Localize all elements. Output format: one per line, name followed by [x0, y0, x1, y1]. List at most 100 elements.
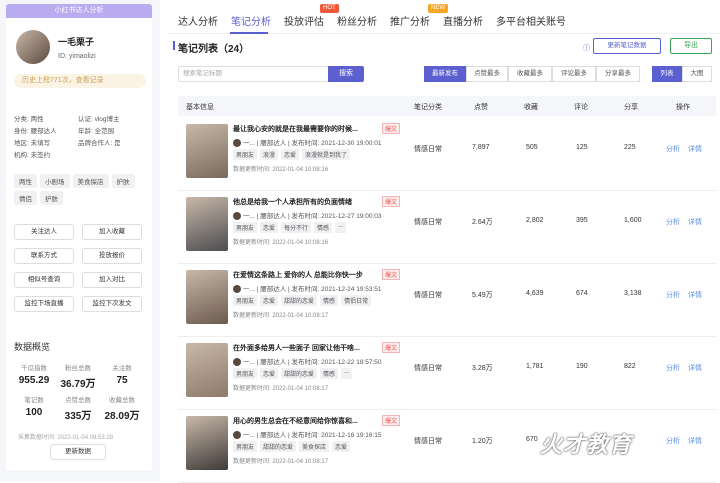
note-tag: ... [341, 368, 353, 379]
note-tag: 浪漫 [260, 149, 279, 160]
note-category: 情感日常 [414, 146, 442, 153]
note-thumbnail[interactable] [186, 124, 228, 178]
publish-date: 发布时间: 2021-12-30 19:00:01 [291, 140, 382, 147]
refresh-data-button[interactable]: 更新数据 [50, 444, 106, 460]
hot-note-badge: 爆文 [382, 196, 401, 207]
note-tags: 男朋友 浪漫 恋爱 浪漫就是到我了 [233, 149, 351, 160]
sort-comments[interactable]: 评论最多 [552, 66, 596, 82]
note-comments: 395 [576, 217, 588, 224]
author-role: 腰部达人 [260, 286, 287, 293]
note-title[interactable]: 在爱情这条路上 爱你的人 总能比你快一步 [233, 270, 363, 280]
note-tag: 恋爱 [332, 441, 351, 452]
author-avatar [233, 212, 241, 221]
history-link[interactable]: 历史上榜771次，查看记录 [14, 74, 146, 88]
sort-latest[interactable]: 最新发布 [424, 66, 466, 82]
detail-link[interactable]: 详情 [688, 436, 702, 446]
tab-creator-analysis[interactable]: 达人分析 [178, 13, 218, 28]
stat-fans: 粉丝总数 36.79万 [60, 365, 96, 390]
analyze-link[interactable]: 分析 [666, 290, 680, 300]
note-tag: 甜甜的恋爱 [260, 441, 297, 452]
author-name: 一... [243, 213, 255, 220]
note-thumbnail[interactable] [186, 343, 228, 397]
sort-likes[interactable]: 点赞最多 [466, 66, 508, 82]
compare-button[interactable]: 加入对比 [82, 272, 142, 288]
data-updated: 数据更新时间: 2022-01-04 10:08:17 [233, 313, 329, 319]
favorite-button[interactable]: 加入收藏 [82, 224, 142, 240]
detail-link[interactable]: 详情 [688, 217, 702, 227]
table-row: 他总是给我一个人承担所有的负面情绪 爆文 一... | 腰部达人 | 发布时间:… [178, 191, 716, 264]
detail-link[interactable]: 详情 [688, 363, 702, 373]
note-tag: 情感 [320, 295, 339, 306]
tab-multi-platform[interactable]: 多平台相关账号 [496, 13, 566, 28]
analyze-link[interactable]: 分析 [666, 436, 680, 446]
tab-placement-eval[interactable]: 投放评估 [284, 13, 324, 28]
note-thumbnail[interactable] [186, 416, 228, 470]
table-row: 在外面多给男人一些面子 回家让他干啥... 爆文 一... | 腰部达人 | 发… [178, 337, 716, 410]
help-icon[interactable]: ⓘ [583, 43, 590, 53]
note-title[interactable]: 他总是给我一个人承担所有的负面情绪 [233, 197, 352, 207]
monitor-live-button[interactable]: 监控下场直播 [14, 296, 74, 312]
tag: 小剧场 [40, 174, 70, 188]
detail-link[interactable]: 详情 [688, 144, 702, 154]
search-button[interactable]: 搜索 [328, 66, 364, 82]
tab-bar: 达人分析 笔记分析 投放评估 HOT 粉丝分析 推广分析 NEW 直播分析 多平… [168, 0, 720, 34]
stat-notes: 笔记数 100 [24, 397, 44, 418]
col-comments: 评论 [574, 104, 588, 111]
author-role: 腰部达人 [260, 432, 287, 439]
note-saves: 4,639 [526, 290, 544, 297]
meta-cert: 认证: vlog博主 [78, 116, 120, 123]
analyze-link[interactable]: 分析 [666, 217, 680, 227]
note-tags: 男朋友 恋爱 甜甜的恋爱 情感 情侣日常 [233, 295, 372, 306]
update-notes-button[interactable]: 更新笔记数据 [593, 38, 661, 54]
note-title[interactable]: 用心的男生总会在不经意间给你惊喜和... [233, 416, 358, 426]
tab-promo-analysis[interactable]: 推广分析 [390, 13, 430, 28]
similar-button[interactable]: 相似号查询 [14, 272, 74, 288]
stat-likes: 点赞总数 335万 [64, 397, 92, 422]
tag: 护肤 [111, 174, 135, 188]
note-tags: 男朋友 甜甜的恋爱 美食探店 恋爱 [233, 441, 351, 452]
quote-button[interactable]: 投放报价 [82, 248, 142, 264]
author-avatar [233, 285, 241, 294]
sidebar-header: 小红书达人分析 [6, 4, 152, 18]
author-role: 腰部达人 [260, 213, 287, 220]
table-row: 用心的男生总会在不经意间给你惊喜和... 爆文 一... | 腰部达人 | 发布… [178, 410, 716, 483]
view-list[interactable]: 列表 [652, 66, 682, 82]
col-category: 笔记分类 [414, 104, 442, 111]
note-tag: 男朋友 [233, 149, 258, 160]
tab-fan-analysis[interactable]: 粉丝分析 [337, 13, 377, 28]
export-button[interactable]: 导出 [670, 38, 712, 54]
note-thumbnail[interactable] [186, 270, 228, 324]
note-thumbnail[interactable] [186, 197, 228, 251]
analyze-link[interactable]: 分析 [666, 144, 680, 154]
search-input[interactable]: 搜索笔记标题 [178, 66, 330, 82]
sort-shares[interactable]: 分享最多 [596, 66, 640, 82]
view-grid[interactable]: 大图 [682, 66, 712, 82]
update-time: 采集数据时间: 2022-01-04 09:53:28 [18, 435, 114, 441]
detail-link[interactable]: 详情 [688, 290, 702, 300]
analyze-link[interactable]: 分析 [666, 363, 680, 373]
note-shares: 3,138 [624, 290, 642, 297]
tab-note-analysis[interactable]: 笔记分析 [231, 13, 271, 28]
tag: 护肤 [40, 191, 63, 205]
note-comments: 674 [576, 290, 588, 297]
note-saves: 1,781 [526, 363, 544, 370]
hot-note-badge: 爆文 [382, 269, 401, 280]
note-tag: 男朋友 [233, 222, 258, 233]
hot-note-badge: 爆文 [382, 342, 401, 353]
follow-button[interactable]: 关注达人 [14, 224, 74, 240]
note-tag: 美食探店 [299, 441, 330, 452]
sort-saves[interactable]: 收藏最多 [508, 66, 552, 82]
note-category: 情感日常 [414, 219, 442, 226]
sidebar: 小红书达人分析 一毛栗子 ID: yimaolizi 历史上榜771次，查看记录… [0, 0, 160, 481]
monitor-post-button[interactable]: 监控下次发文 [82, 296, 142, 312]
note-saves: 505 [526, 144, 538, 151]
author-avatar [233, 139, 241, 148]
contact-button[interactable]: 联系方式 [14, 248, 74, 264]
note-meta: 一... | 腰部达人 | 发布时间: 2021-12-30 19:00:01 [233, 137, 382, 148]
note-title[interactable]: 在外面多给男人一些面子 回家让他干啥... [233, 343, 360, 353]
note-title[interactable]: 最让我心安的就是在我最需要你的时候... [233, 124, 358, 134]
col-saves: 收藏 [524, 104, 538, 111]
note-shares: 822 [624, 363, 636, 370]
tab-live-analysis[interactable]: 直播分析 [443, 13, 483, 28]
note-shares: 1,600 [624, 217, 642, 224]
